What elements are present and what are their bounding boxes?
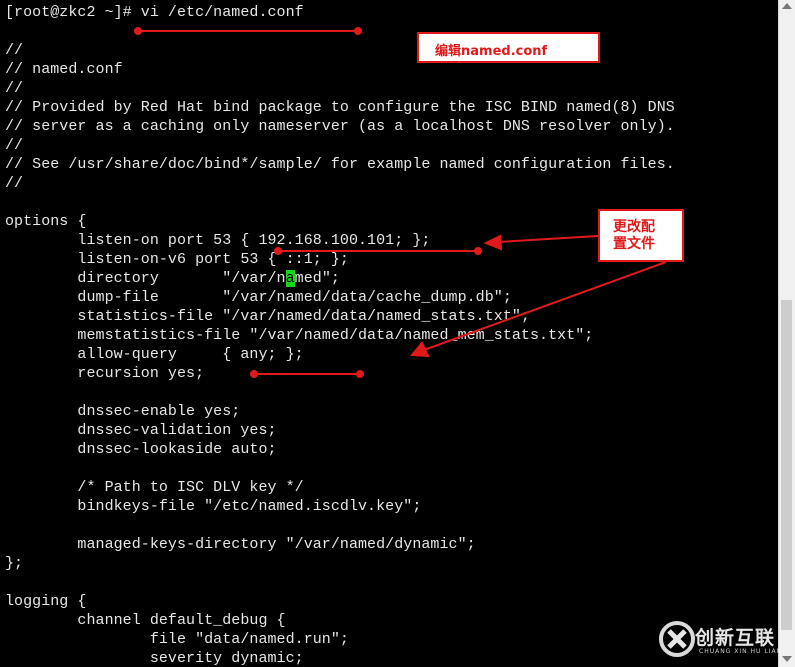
terminal-line: dump-file "/var/named/data/cache_dump.db… xyxy=(5,289,512,306)
terminal-line: logging { xyxy=(5,593,87,610)
terminal-line: bindkeys-file "/etc/named.iscdlv.key"; xyxy=(5,498,422,515)
terminal-line: listen-on port 53 { 192.168.100.101; }; xyxy=(5,232,431,249)
text-cursor: a xyxy=(285,270,295,287)
edit-config-callout: 编辑named.conf xyxy=(417,32,600,63)
terminal-line: recursion yes; xyxy=(5,365,205,382)
watermark-subtext: CHUANG XIN HU LIAN xyxy=(699,648,783,655)
terminal-line: dnssec-validation yes; xyxy=(5,422,277,439)
watermark: 创新互联 CHUANG XIN HU LIAN xyxy=(655,617,790,662)
terminal-line: file "data/named.run"; xyxy=(5,631,349,648)
watermark-brand: 创新互联 xyxy=(695,627,776,649)
vertical-scrollbar[interactable] xyxy=(778,0,795,667)
change-config-callout: 更改配 置文件 xyxy=(598,209,684,262)
terminal-window[interactable]: [root@zkc2 ~]# vi /etc/named.conf // // na… xyxy=(0,0,778,667)
terminal-line: options { xyxy=(5,213,87,230)
terminal-line: channel default_debug { xyxy=(5,612,286,629)
edit-config-callout-text: 编辑named.conf xyxy=(435,44,548,59)
terminal-line: listen-on-v6 port 53 { ::1; }; xyxy=(5,251,349,268)
terminal-line: // xyxy=(5,137,24,154)
terminal-line: // xyxy=(5,175,24,192)
change-config-callout-line1: 更改配 xyxy=(613,219,655,235)
terminal-line-text: med"; xyxy=(294,270,340,287)
scrollbar-thumb[interactable] xyxy=(781,300,792,630)
brand-logo-icon xyxy=(659,621,695,657)
terminal-line: // xyxy=(5,42,24,59)
terminal-line: [root@zkc2 ~]# vi /etc/named.conf xyxy=(5,4,304,21)
terminal-line: dnssec-lookaside auto; xyxy=(5,441,277,458)
terminal-line: directory "/var/named"; xyxy=(5,269,340,288)
terminal-line: dnssec-enable yes; xyxy=(5,403,241,420)
terminal-line: memstatistics-file "/var/named/data/name… xyxy=(5,327,594,344)
terminal-line: // Provided by Red Hat bind package to c… xyxy=(5,99,675,116)
terminal-line: severity dynamic; xyxy=(5,650,304,667)
terminal-line: // server as a caching only nameserver (… xyxy=(5,118,675,135)
terminal-line: allow-query { any; }; xyxy=(5,346,304,363)
terminal-line: /* Path to ISC DLV key */ xyxy=(5,479,304,496)
terminal-line: // See /usr/share/doc/bind*/sample/ for … xyxy=(5,156,675,173)
scroll-up-arrow-icon[interactable] xyxy=(782,3,792,9)
terminal-line: statistics-file "/var/named/data/named_s… xyxy=(5,308,530,325)
change-config-callout-line2: 置文件 xyxy=(613,236,655,252)
terminal-line: managed-keys-directory "/var/named/dynam… xyxy=(5,536,476,553)
terminal-line: // named.conf xyxy=(5,61,123,78)
terminal-line: // xyxy=(5,80,24,97)
terminal-line-text: directory "/var/n xyxy=(5,270,286,287)
terminal-line: }; xyxy=(5,555,24,572)
